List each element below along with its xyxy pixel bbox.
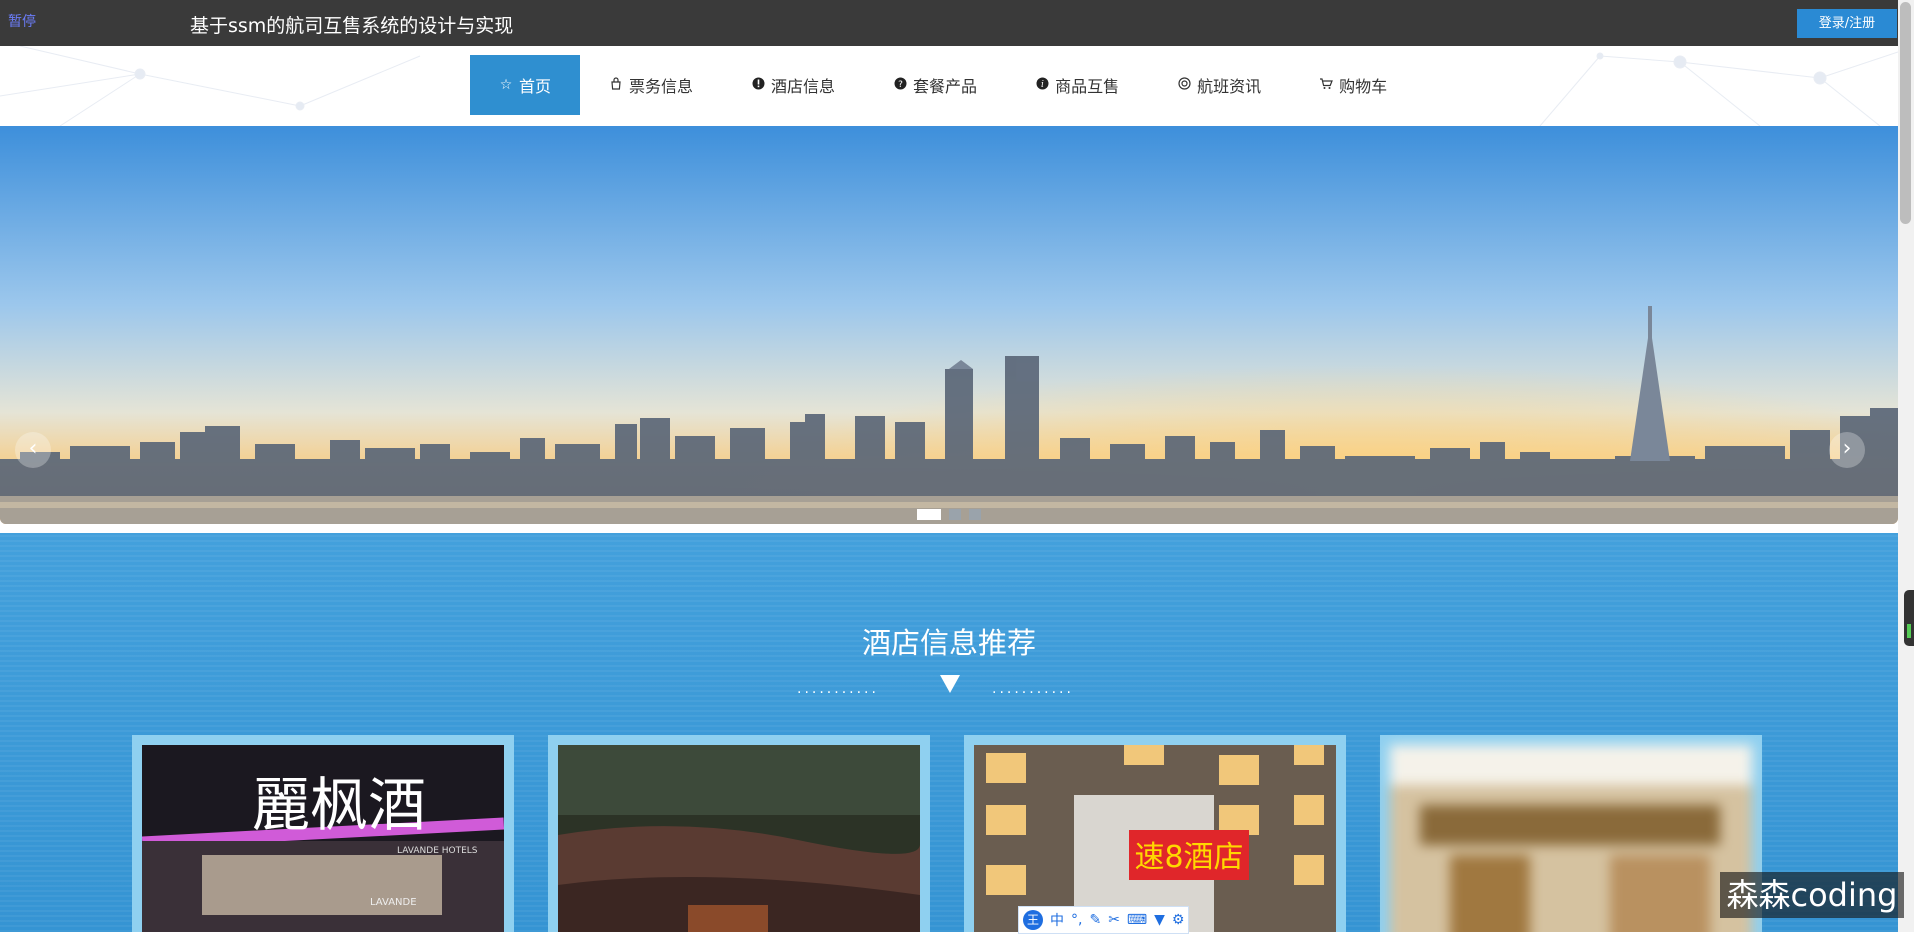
banner-dot-1[interactable] bbox=[917, 509, 941, 520]
settings-icon[interactable]: ⚙ bbox=[1172, 912, 1185, 928]
ime-logo-icon[interactable]: 王 bbox=[1023, 910, 1043, 930]
cog-icon bbox=[1177, 76, 1191, 94]
banner-dot-3[interactable] bbox=[969, 509, 981, 520]
nav-label: 商品互售 bbox=[1055, 77, 1120, 96]
nav-label: 票务信息 bbox=[629, 77, 694, 96]
banner-dots bbox=[917, 509, 981, 520]
nav-hotels[interactable]: 酒店信息 bbox=[722, 55, 864, 115]
divider-dots-right: ........... bbox=[992, 681, 1074, 697]
pause-label[interactable]: 暂停 bbox=[8, 11, 36, 31]
skin-icon[interactable]: ▼ bbox=[1154, 912, 1165, 928]
banner-prev-arrow[interactable]: ‹ bbox=[15, 432, 51, 468]
hero-banner: ‹ › bbox=[0, 126, 1898, 524]
pen-icon[interactable]: ✎ bbox=[1089, 912, 1101, 928]
banner-dot-2[interactable] bbox=[949, 509, 961, 520]
main-nav: ☆ 首页 票务信息 酒店信息 ? 套餐产品 i 商品互售 航班资讯 购物车 bbox=[470, 55, 1416, 115]
nav-label: 套餐产品 bbox=[913, 77, 978, 96]
svg-text:?: ? bbox=[898, 80, 903, 90]
divider-triangle-icon bbox=[940, 675, 960, 693]
info-circle-icon bbox=[751, 77, 765, 94]
ime-mode-toggle[interactable]: 中 bbox=[1050, 910, 1064, 930]
hotel-card[interactable] bbox=[1380, 735, 1762, 932]
question-circle-icon: ? bbox=[893, 77, 907, 94]
punctuation-icon[interactable]: °, bbox=[1071, 912, 1082, 928]
info-circle-icon: i bbox=[1035, 77, 1049, 94]
hotel-sign-text: 速8酒店 bbox=[1134, 840, 1243, 875]
bag-icon bbox=[609, 76, 623, 94]
hotel-image: 速8酒店 bbox=[974, 745, 1336, 932]
nav-goods[interactable]: i 商品互售 bbox=[1006, 55, 1148, 115]
hotel-card[interactable] bbox=[548, 735, 930, 932]
site-title: 基于ssm的航司互售系统的设计与实现 bbox=[190, 15, 514, 37]
nav-label: 航班资讯 bbox=[1197, 77, 1262, 96]
watermark: 森森coding bbox=[1720, 872, 1904, 918]
nav-cart[interactable]: 购物车 bbox=[1290, 55, 1416, 115]
hotel-image bbox=[1390, 745, 1752, 932]
hotel-card[interactable]: 麗枫酒 LAVANDE HOTELS LAVANDE bbox=[132, 735, 514, 932]
login-register-button[interactable]: 登录/注册 bbox=[1797, 9, 1897, 38]
nav-label: 酒店信息 bbox=[771, 77, 836, 96]
scrollbar-thumb[interactable] bbox=[1900, 2, 1911, 224]
nav-home[interactable]: ☆ 首页 bbox=[470, 55, 581, 115]
nav-packages[interactable]: ? 套餐产品 bbox=[864, 55, 1006, 115]
hotel-image bbox=[558, 745, 920, 932]
keyboard-icon[interactable]: ⌨ bbox=[1127, 912, 1147, 928]
scissors-icon[interactable]: ✂ bbox=[1108, 912, 1120, 928]
hotel-image: 麗枫酒 LAVANDE HOTELS LAVANDE bbox=[142, 745, 504, 932]
hotel-sub-text: LAVANDE bbox=[370, 897, 417, 908]
hotel-sign-text: 麗枫酒 bbox=[252, 771, 426, 839]
ime-toolbar: 王 中 °, ✎ ✂ ⌨ ▼ ⚙ bbox=[1018, 906, 1190, 934]
hotel-brand-text: LAVANDE HOTELS bbox=[397, 846, 478, 856]
nav-area: ☆ 首页 票务信息 酒店信息 ? 套餐产品 i 商品互售 航班资讯 购物车 bbox=[0, 46, 1898, 126]
nav-tickets[interactable]: 票务信息 bbox=[580, 55, 722, 115]
nav-flight-news[interactable]: 航班资讯 bbox=[1148, 55, 1290, 115]
banner-next-arrow[interactable]: › bbox=[1829, 432, 1865, 468]
hotel-recommend-section: 酒店信息推荐 ........... ........... 麗枫酒 LAVAN… bbox=[0, 533, 1898, 932]
city-skyline-image bbox=[0, 126, 1898, 524]
section-title: 酒店信息推荐 bbox=[861, 626, 1036, 660]
hotel-card[interactable]: 速8酒店 bbox=[964, 735, 1346, 932]
divider-dots-left: ........... bbox=[797, 681, 879, 697]
side-widget[interactable] bbox=[1904, 590, 1914, 646]
nav-label: 购物车 bbox=[1339, 77, 1388, 96]
nav-label: 首页 bbox=[519, 77, 552, 96]
svg-text:i: i bbox=[1041, 80, 1044, 90]
cart-icon bbox=[1319, 77, 1333, 94]
star-icon: ☆ bbox=[499, 77, 513, 93]
top-bar: 暂停 基于ssm的航司互售系统的设计与实现 登录/注册 bbox=[0, 0, 1914, 46]
